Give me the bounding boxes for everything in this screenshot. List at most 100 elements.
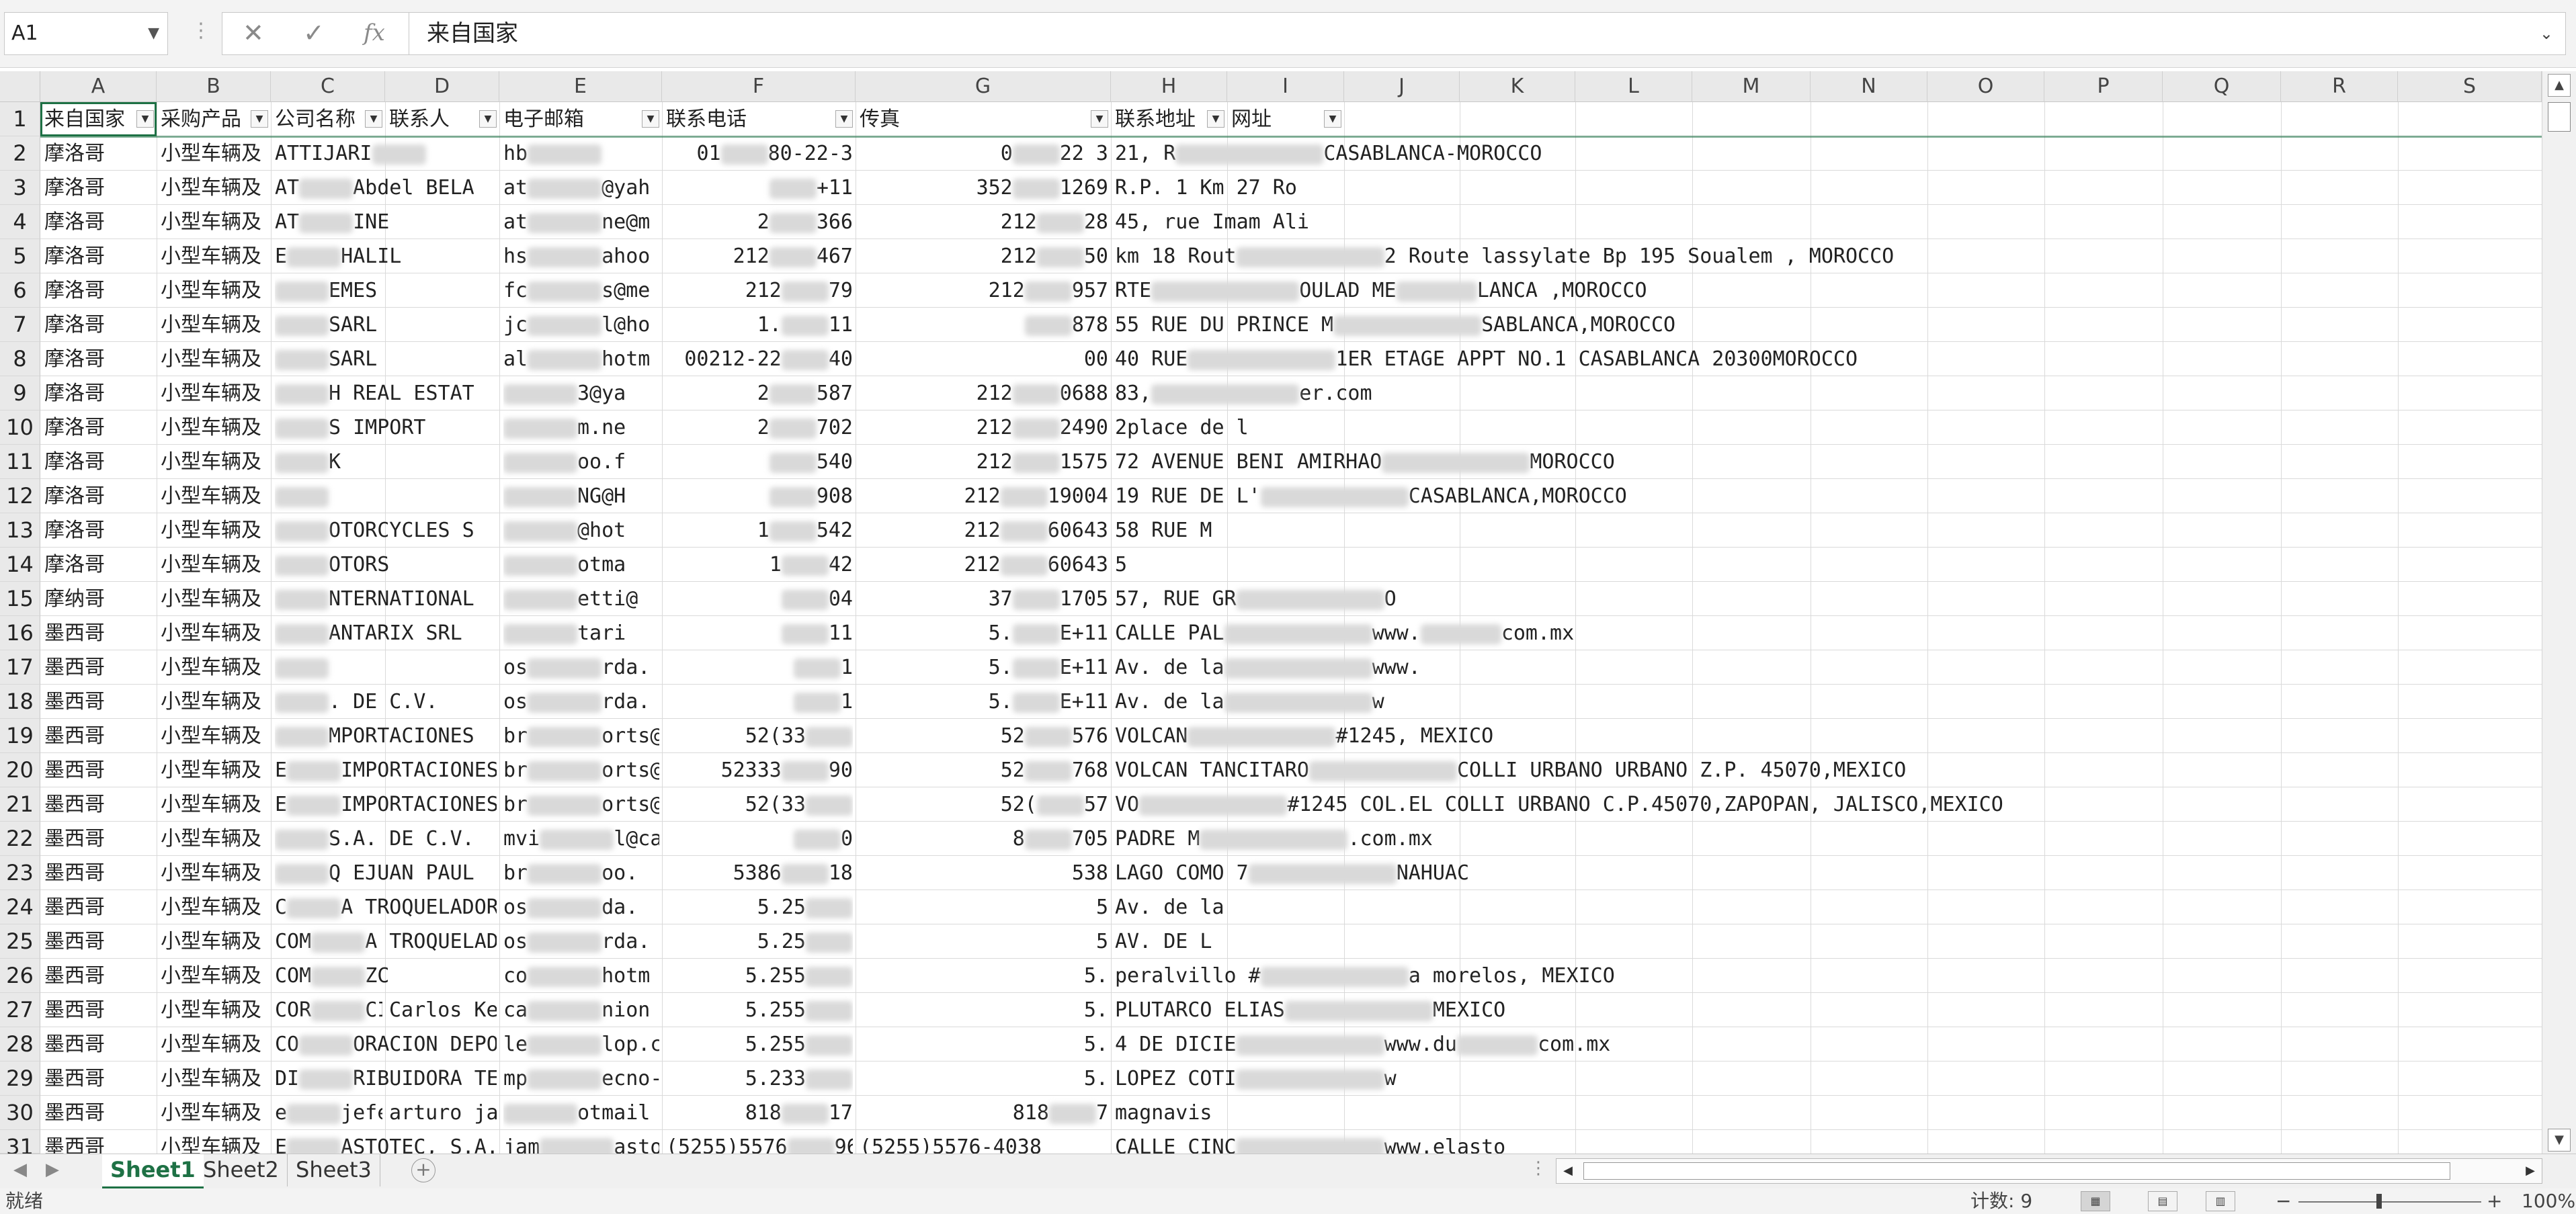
cell-country[interactable]: 墨西哥 <box>44 822 154 856</box>
cell-phone[interactable]: 2 702 <box>666 410 853 445</box>
cell-country[interactable]: 摩洛哥 <box>44 308 154 342</box>
tab-sheet1[interactable]: Sheet1 <box>102 1154 204 1189</box>
cell-phone[interactable]: 5386 18 <box>666 856 853 890</box>
cell-fax[interactable]: 5. E+11 <box>860 650 1108 685</box>
chevron-down-icon[interactable]: ▼ <box>148 13 159 54</box>
column-header-s[interactable]: S <box>2398 71 2542 102</box>
cell-email[interactable]: os rda. <box>503 650 659 685</box>
cell-email[interactable]: hb <box>503 136 659 171</box>
cell-phone[interactable]: (5255)5576 968 <box>666 1130 853 1154</box>
cell-country[interactable]: 墨西哥 <box>44 685 154 719</box>
cell-address[interactable]: 57, RUE GR O <box>1115 582 2512 616</box>
cell-fax[interactable]: 5. <box>860 1061 1108 1096</box>
cell-country[interactable]: 摩洛哥 <box>44 410 154 445</box>
cell-email[interactable]: os rda. <box>503 685 659 719</box>
cell-company[interactable]: S IMPORT <box>275 410 497 445</box>
cell-company[interactable]: ANTARIX SRL <box>275 616 497 650</box>
cell-company[interactable]: AT Abdel BELA <box>275 171 497 205</box>
cell-phone[interactable]: 2 366 <box>666 205 853 239</box>
cell-email[interactable]: 3@ya <box>503 376 659 410</box>
cell-address[interactable]: PADRE M .com.mx <box>1115 822 2512 856</box>
cell-email[interactable]: os da. <box>503 890 659 924</box>
row-header-26[interactable]: 26 <box>0 959 40 993</box>
cell-fax[interactable]: 5. <box>860 993 1108 1027</box>
cell-address[interactable]: Av. de la <box>1115 890 2512 924</box>
cell-company[interactable]: EMES <box>275 273 497 308</box>
scroll-up-icon[interactable]: ▲ <box>2548 74 2571 97</box>
cell-address[interactable]: km 18 Rout 2 Route lassylate Bp 195 Soual… <box>1115 239 2512 273</box>
filter-dropdown-icon[interactable]: ▼ <box>1091 110 1108 128</box>
cell-company[interactable]: MPORTACIONES <box>275 719 497 753</box>
cell-address[interactable]: RTE OULAD ME LANCA ,MOROCCO <box>1115 273 2512 308</box>
tab-splitter-icon[interactable]: ⋮ <box>1530 1158 1547 1178</box>
row-header-24[interactable]: 24 <box>0 890 40 924</box>
cell-fax[interactable]: 212 60643 <box>860 513 1109 548</box>
cell-phone[interactable]: +11 <box>666 171 853 205</box>
zoom-level[interactable]: 100% <box>2522 1188 2575 1214</box>
cell-company[interactable]: Q EJUAN PAUL <box>275 856 497 890</box>
row-header-16[interactable]: 16 <box>0 616 40 650</box>
cell-product[interactable]: 小型车辆及 <box>161 719 268 753</box>
cell-phone[interactable]: 5.255 <box>666 959 853 993</box>
row-header-28[interactable]: 28 <box>0 1027 40 1061</box>
cell-email[interactable]: hs ahoo <box>503 239 659 273</box>
cell-email[interactable]: jc l@ho <box>503 308 659 342</box>
cell-phone[interactable]: 1 42 <box>666 548 853 582</box>
row-header-12[interactable]: 12 <box>0 479 40 513</box>
cell-address[interactable]: 19 RUE DE L' CASABLANCA,MOROCCO <box>1115 479 2512 513</box>
cell-company[interactable]: DI RIBUIDORA TECNO <box>275 1061 497 1096</box>
cell-company[interactable]: OTORCYCLES S <box>275 513 497 548</box>
cell-product[interactable]: 小型车辆及 <box>161 616 268 650</box>
cell-address[interactable]: 45, rue Imam Ali <box>1115 205 2512 239</box>
cell-product[interactable]: 小型车辆及 <box>161 136 268 171</box>
row-header-7[interactable]: 7 <box>0 308 40 342</box>
cell-product[interactable]: 小型车辆及 <box>161 685 268 719</box>
row-header-19[interactable]: 19 <box>0 719 40 753</box>
row-header-9[interactable]: 9 <box>0 376 40 410</box>
cell-email[interactable]: br orts@ <box>503 787 659 822</box>
tab-sheet3[interactable]: Sheet3 <box>288 1154 380 1186</box>
row-header-30[interactable]: 30 <box>0 1096 40 1130</box>
cell-phone[interactable]: 5.233 <box>666 1061 853 1096</box>
cell-country[interactable]: 墨西哥 <box>44 1061 154 1096</box>
cell-fax[interactable]: 5 <box>860 890 1108 924</box>
scroll-right-icon[interactable]: ▶ <box>2519 1159 2542 1183</box>
cell-fax[interactable]: (5255)5576-4038 <box>860 1130 1108 1154</box>
row-header-10[interactable]: 10 <box>0 410 40 445</box>
cell-phone[interactable]: 0 <box>666 822 853 856</box>
cell-address[interactable]: 21, R CASABLANCA-MOROCCO <box>1115 136 2512 171</box>
column-header-o[interactable]: O <box>1927 71 2044 102</box>
column-header-p[interactable]: P <box>2044 71 2163 102</box>
cell-product[interactable]: 小型车辆及 <box>161 1130 268 1154</box>
cell-company[interactable]: COM A TROQUELADOR <box>275 924 497 959</box>
cell-product[interactable]: 小型车辆及 <box>161 205 268 239</box>
column-header-j[interactable]: J <box>1344 71 1460 102</box>
row-header-8[interactable]: 8 <box>0 342 40 376</box>
filter-dropdown-icon[interactable]: ▼ <box>835 110 853 128</box>
cell-fax[interactable]: 5. <box>860 1027 1108 1061</box>
cell-company[interactable]: E IMPORTACIONES <box>275 787 497 822</box>
cell-email[interactable]: tari <box>503 616 659 650</box>
cell-address[interactable]: Av. de la www. <box>1115 650 2512 685</box>
cell-address[interactable]: LAGO COMO 7 NAHUAC <box>1115 856 2512 890</box>
cell-phone[interactable]: 212 467 <box>666 239 853 273</box>
cell-fax[interactable]: 212 50 <box>860 239 1108 273</box>
column-header-h[interactable]: H <box>1111 71 1227 102</box>
row-header-15[interactable]: 15 <box>0 582 40 616</box>
scroll-left-icon[interactable]: ◀ <box>1556 1159 1579 1183</box>
cell-product[interactable]: 小型车辆及 <box>161 479 268 513</box>
filter-dropdown-icon[interactable]: ▼ <box>642 110 659 128</box>
cell-address[interactable]: CALLE CINC www.elasto <box>1115 1130 2512 1154</box>
filter-dropdown-icon[interactable]: ▼ <box>1207 110 1224 128</box>
cell-country[interactable]: 摩纳哥 <box>44 582 154 616</box>
formula-input[interactable]: 来自国家 ⌄ <box>409 12 2566 55</box>
column-header-e[interactable]: E <box>499 71 662 102</box>
cell-phone[interactable]: 04 <box>666 582 853 616</box>
cell-email[interactable]: mp ecno-o <box>503 1061 659 1096</box>
cell-product[interactable]: 小型车辆及 <box>161 1096 268 1130</box>
cell-company[interactable]: NTERNATIONAL <box>275 582 497 616</box>
cell-product[interactable]: 小型车辆及 <box>161 513 268 548</box>
more-options-icon[interactable]: ⋮ <box>191 19 211 42</box>
cell-address[interactable]: peralvillo # a morelos, MEXICO <box>1115 959 2512 993</box>
cell-product[interactable]: 小型车辆及 <box>161 410 268 445</box>
